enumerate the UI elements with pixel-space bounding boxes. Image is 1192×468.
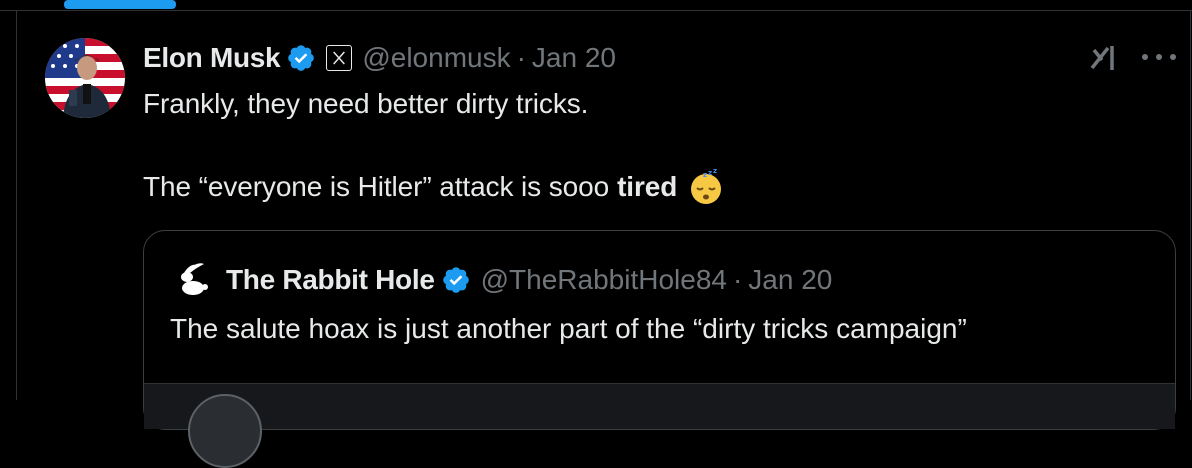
- timeline-right-border: [1190, 10, 1191, 400]
- svg-text:z: z: [713, 168, 717, 175]
- author-avatar[interactable]: [45, 38, 125, 118]
- quoted-tweet-media[interactable]: [144, 383, 1175, 468]
- tweet-text-bold: tired: [617, 171, 678, 202]
- tweet-text-line-2-prefix: The “everyone is Hitler” attack is sooo: [143, 171, 610, 202]
- tweet-text-line-1: Frankly, they need better dirty tricks.: [143, 88, 589, 119]
- quoted-tweet-card[interactable]: The Rabbit Hole @TheRabbitHole84 · Jan 2…: [143, 230, 1176, 468]
- timeline-left-border: [16, 10, 17, 400]
- quoted-verified-badge-icon[interactable]: [441, 265, 471, 295]
- author-handle[interactable]: @elonmusk: [362, 42, 510, 74]
- grok-icon[interactable]: [1088, 42, 1120, 74]
- profile-avatar-icon: [45, 38, 125, 118]
- svg-text:z: z: [708, 169, 712, 177]
- x-logo-icon[interactable]: [326, 45, 353, 71]
- rabbit-logo-icon[interactable]: [172, 259, 214, 301]
- author-name[interactable]: Elon Musk: [143, 42, 281, 74]
- quoted-author-name[interactable]: The Rabbit Hole: [226, 264, 435, 296]
- svg-text:z: z: [703, 171, 707, 179]
- separator-dot: ·: [516, 42, 526, 73]
- tweet-date[interactable]: Jan 20: [532, 42, 616, 74]
- tweet-text-line-2: The “everyone is Hitler” attack is sooo …: [143, 167, 725, 206]
- quoted-tweet-text: The salute hoax is just another part of …: [170, 313, 967, 344]
- sleeping-face-emoji-icon: z z z: [687, 167, 725, 206]
- quoted-tweet-date[interactable]: Jan 20: [748, 264, 832, 296]
- top-divider: [0, 10, 1192, 11]
- tweet-header: Elon Musk @elonmusk · Jan 20: [143, 38, 616, 78]
- quoted-tweet-header: The Rabbit Hole @TheRabbitHole84 · Jan 2…: [172, 259, 832, 301]
- quoted-separator-dot: ·: [732, 264, 743, 295]
- more-options-icon[interactable]: [1142, 52, 1176, 62]
- quoted-author-handle[interactable]: @TheRabbitHole84: [481, 264, 727, 296]
- verified-badge-icon[interactable]: [286, 43, 316, 73]
- active-tab-indicator: [64, 0, 176, 9]
- media-avatar: [188, 394, 262, 468]
